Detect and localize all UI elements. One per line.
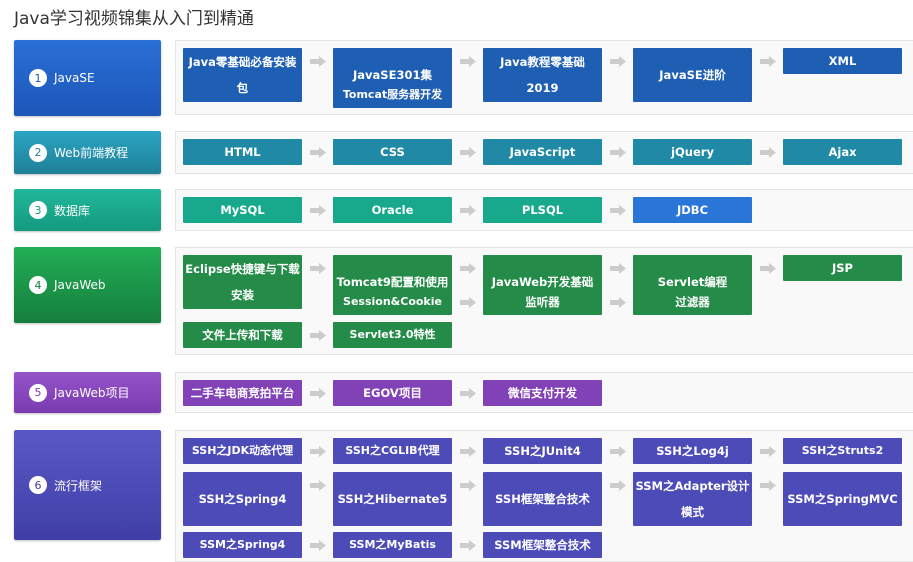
arrow-right-icon — [610, 205, 626, 216]
arrow-right-icon — [760, 56, 776, 67]
arrow-right-icon — [310, 263, 326, 274]
arrow-right-icon — [460, 446, 476, 457]
course-button[interactable]: 微信支付开发 — [483, 380, 602, 406]
section-number: 2 — [29, 143, 47, 162]
arrow-right-icon — [760, 263, 776, 274]
arrow-right-icon — [310, 205, 326, 216]
course-button[interactable]: SSM之MyBatis — [333, 532, 452, 558]
section-label[interactable]: 5 JavaWeb项目 — [14, 372, 161, 413]
arrow-right-icon — [610, 446, 626, 457]
arrow-right-icon — [610, 263, 626, 274]
arrow-right-icon — [460, 540, 476, 551]
section-name: Web前端教程 — [54, 146, 129, 160]
course-button[interactable]: Eclipse快捷键与下载安装 — [183, 255, 302, 309]
section-number: 4 — [29, 276, 47, 294]
section-number: 6 — [29, 476, 47, 494]
arrow-right-icon — [610, 297, 626, 308]
course-button[interactable]: JavaScript — [483, 139, 602, 165]
course-button[interactable]: SSM之SpringMVC — [783, 472, 902, 526]
course-button[interactable]: SSH之CGLIB代理 — [333, 438, 452, 464]
section-label[interactable]: 6 流行框架 — [14, 430, 161, 540]
arrow-right-icon — [460, 388, 476, 399]
arrow-right-icon — [460, 147, 476, 158]
arrow-right-icon — [310, 147, 326, 158]
section-name: JavaWeb — [54, 278, 106, 292]
course-button[interactable]: Oracle — [333, 197, 452, 223]
course-button[interactable]: 过滤器 — [633, 289, 752, 315]
course-button[interactable]: SSH之Struts2 — [783, 438, 902, 464]
section-label[interactable]: 2 Web前端教程 — [14, 131, 161, 174]
course-button[interactable]: SSH之JUnit4 — [483, 438, 602, 464]
section-number: 1 — [29, 69, 47, 87]
course-button[interactable]: SSH框架整合技术 — [483, 472, 602, 526]
course-button[interactable]: Java教程零基础2019 — [483, 48, 602, 102]
course-button[interactable]: 监听器 — [483, 289, 602, 315]
course-button[interactable]: SSM之Adapter设计模式 — [633, 472, 752, 526]
arrow-right-icon — [760, 480, 776, 491]
course-button[interactable]: EGOV项目 — [333, 380, 452, 406]
arrow-right-icon — [460, 56, 476, 67]
arrow-right-icon — [310, 388, 326, 399]
arrow-right-icon — [460, 205, 476, 216]
course-button[interactable]: PLSQL — [483, 197, 602, 223]
arrow-right-icon — [460, 263, 476, 274]
course-button[interactable]: SSH之Hibernate5 — [333, 472, 452, 526]
course-button[interactable]: 二手车电商竞拍平台 — [183, 380, 302, 406]
course-button[interactable]: 文件上传和下载 — [183, 322, 302, 348]
arrow-right-icon — [460, 297, 476, 308]
course-button[interactable]: SSM之Spring4 — [183, 532, 302, 558]
section-name: JavaSE — [54, 71, 95, 85]
course-button[interactable]: jQuery — [633, 139, 752, 165]
arrow-right-icon — [310, 330, 326, 341]
course-button[interactable]: CSS — [333, 139, 452, 165]
course-button[interactable]: SSH之Log4j — [633, 438, 752, 464]
section-name: 数据库 — [54, 203, 91, 218]
section-number: 5 — [29, 383, 47, 402]
course-button[interactable]: JSP — [783, 255, 902, 281]
arrow-right-icon — [610, 480, 626, 491]
arrow-right-icon — [310, 480, 326, 491]
arrow-right-icon — [760, 147, 776, 158]
course-button[interactable]: XML — [783, 48, 902, 74]
arrow-right-icon — [610, 56, 626, 67]
course-button[interactable]: JDBC — [633, 197, 752, 223]
section-label[interactable]: 3 数据库 — [14, 189, 161, 231]
course-button[interactable]: SSH之Spring4 — [183, 472, 302, 526]
course-button[interactable]: SSM框架整合技术 — [483, 532, 602, 558]
page-title: Java学习视频锦集从入门到精通 — [14, 9, 254, 29]
arrow-right-icon — [310, 540, 326, 551]
course-button[interactable]: MySQL — [183, 197, 302, 223]
course-button[interactable]: Ajax — [783, 139, 902, 165]
section-name: JavaWeb项目 — [54, 386, 130, 400]
section-label[interactable]: 1 JavaSE — [14, 40, 161, 116]
arrow-right-icon — [460, 480, 476, 491]
course-button[interactable]: SSH之JDK动态代理 — [183, 438, 302, 464]
arrow-right-icon — [760, 446, 776, 457]
section-label[interactable]: 4 JavaWeb — [14, 247, 161, 323]
course-button[interactable]: Servlet3.0特性 — [333, 322, 452, 348]
course-button[interactable]: JavaSE进阶 — [633, 48, 752, 102]
arrow-right-icon — [310, 446, 326, 457]
arrow-right-icon — [310, 56, 326, 67]
course-button[interactable]: Session&Cookie — [333, 289, 452, 315]
section-name: 流行框架 — [54, 478, 103, 493]
course-button[interactable]: Tomcat服务器开发 — [333, 82, 452, 108]
section-number: 3 — [29, 201, 47, 219]
course-button[interactable]: HTML — [183, 139, 302, 165]
course-button[interactable]: Java零基础必备安装包 — [183, 48, 302, 102]
arrow-right-icon — [610, 147, 626, 158]
